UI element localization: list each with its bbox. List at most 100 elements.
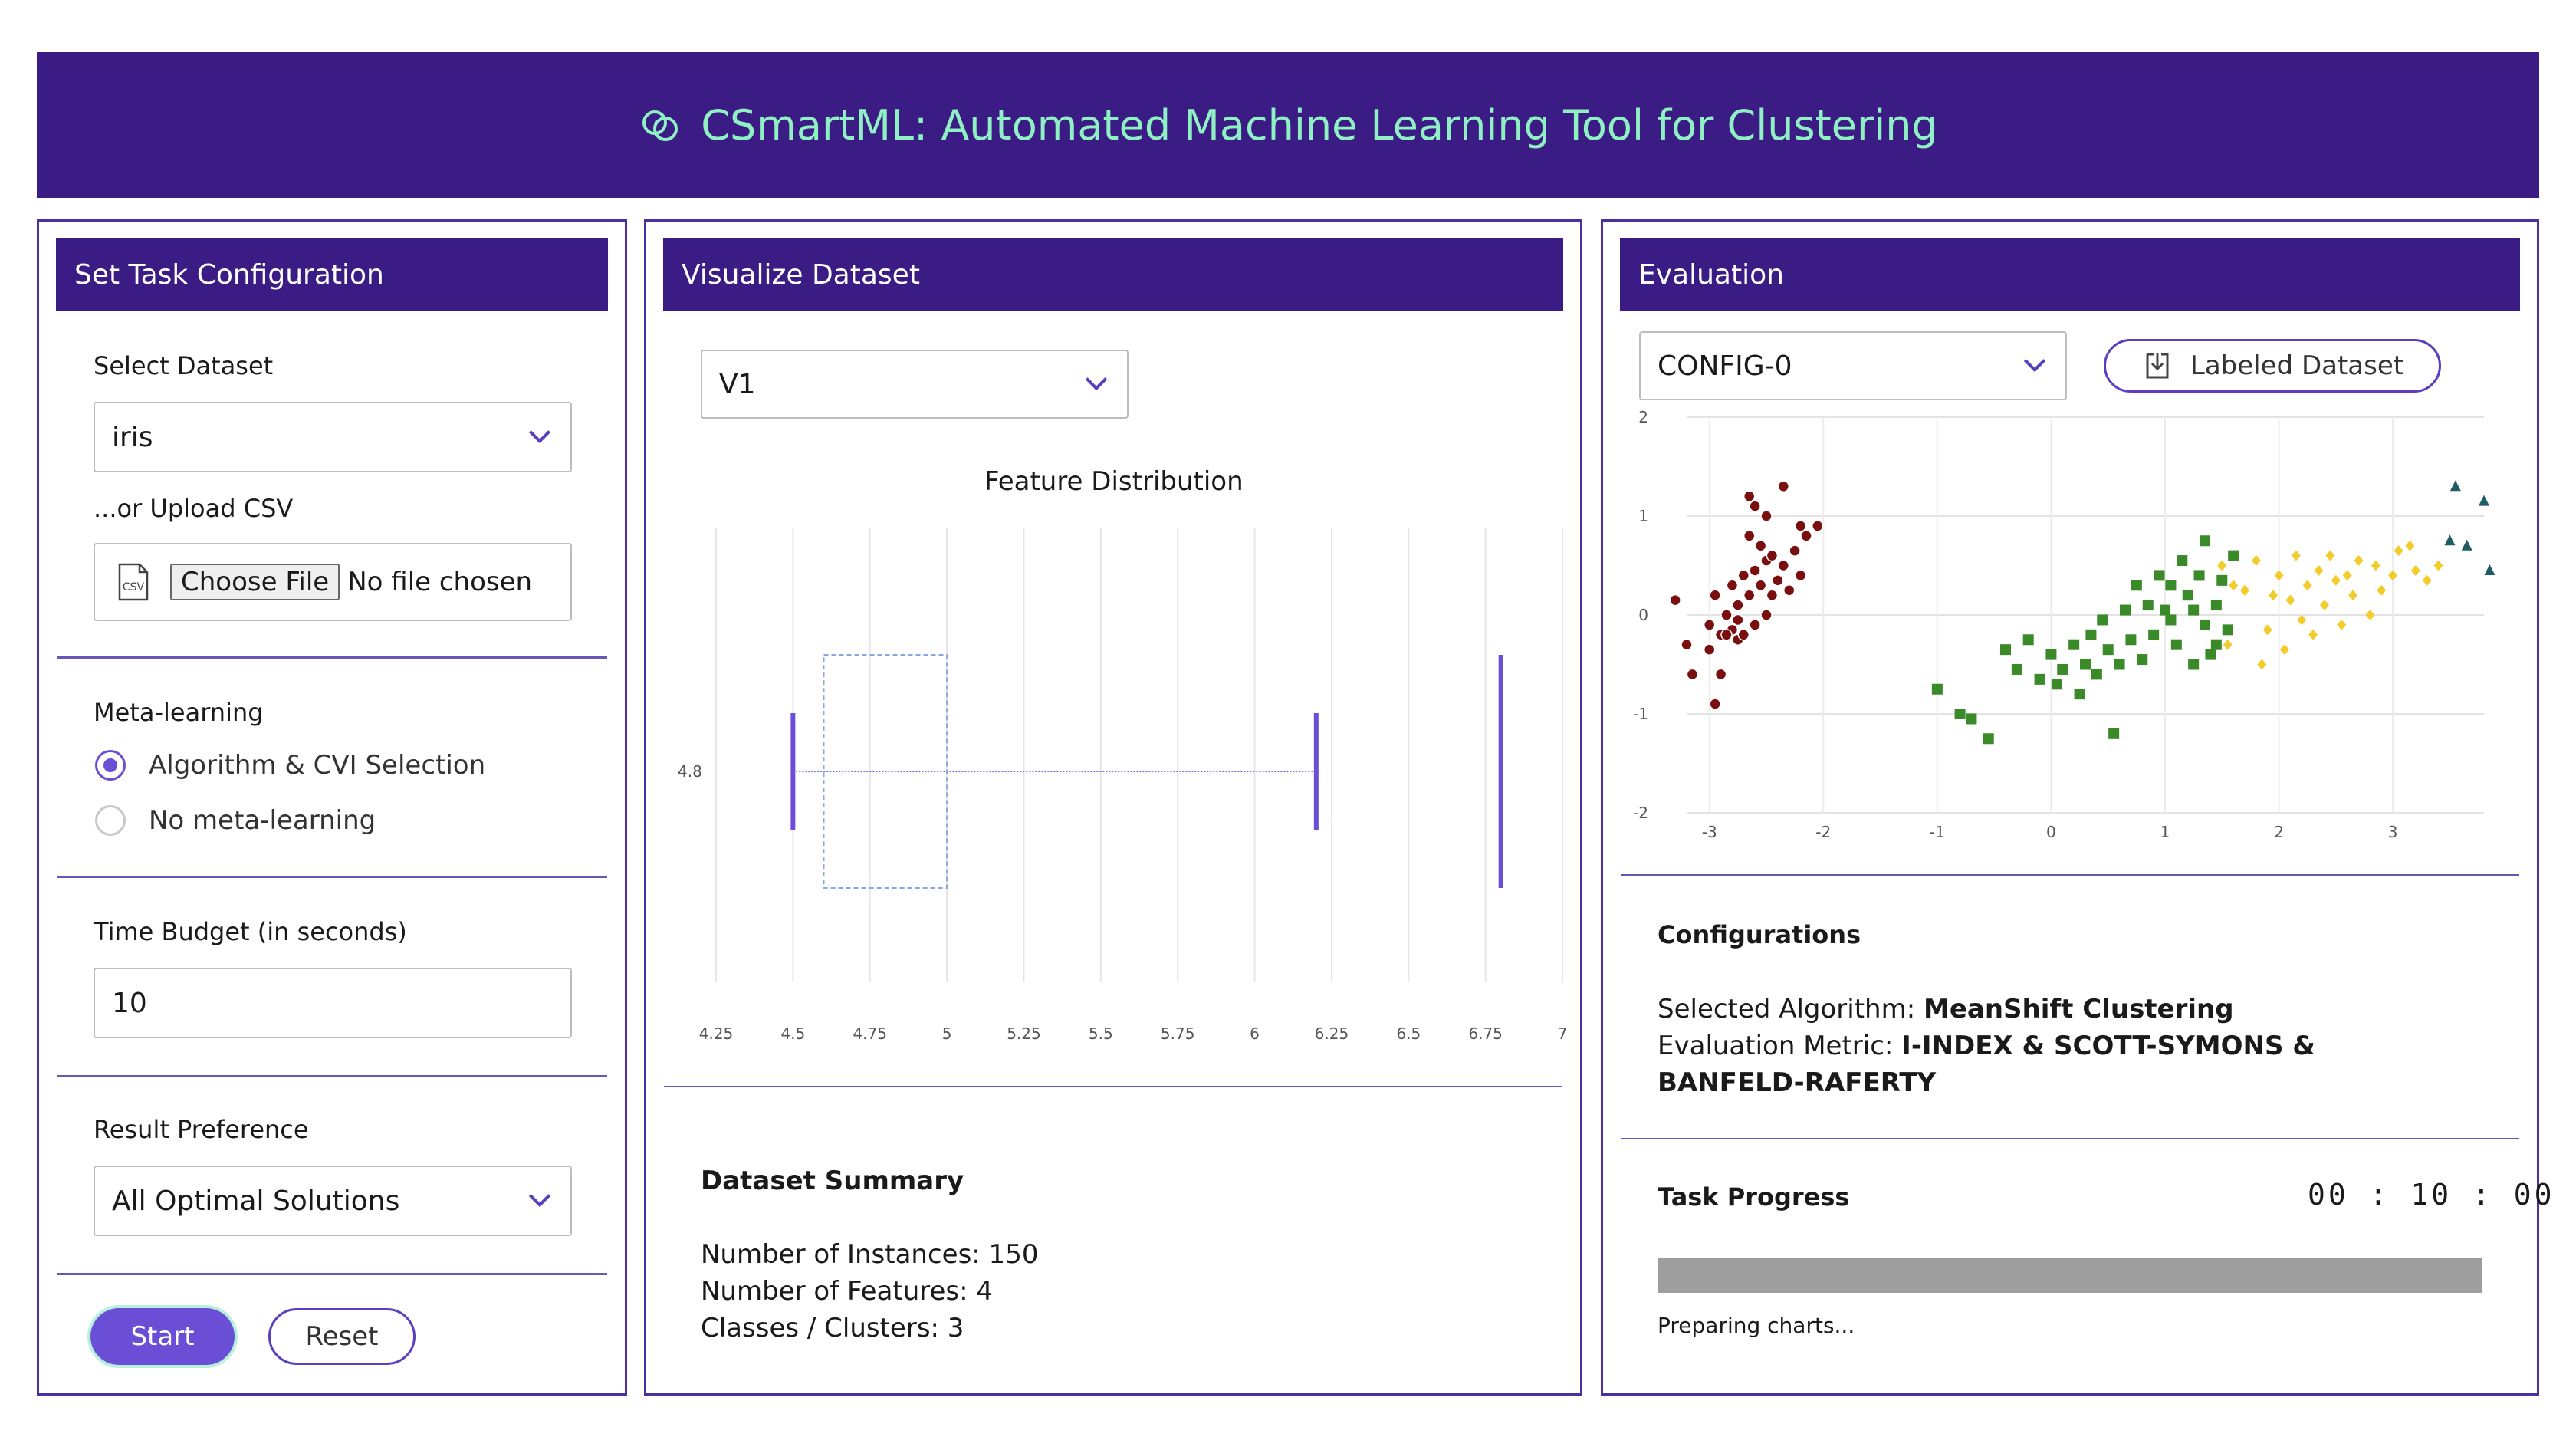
x-tick-label: 6 [1250,1024,1260,1043]
visualize-panel-title: Visualize Dataset [663,238,1563,311]
scatter-point [2205,649,2216,660]
scatter-point [2444,534,2456,546]
scatter-point [1732,599,1744,611]
divider [1621,1138,2519,1139]
start-button[interactable]: Start [90,1308,235,1365]
y-tick-label: 0 [1638,606,1648,624]
select-dataset-label: Select Dataset [94,351,274,380]
scatter-point [2170,639,2182,650]
scatter-point [1720,609,1733,621]
x-tick-label: 4.75 [853,1024,887,1043]
result-preference-select[interactable]: All Optimal Solutions [94,1166,572,1236]
progress-bar [1658,1258,2482,1293]
scatter-point [2051,679,2062,690]
choose-file-button[interactable]: Choose File [170,564,340,600]
meta-radio-algorithm[interactable] [95,750,126,781]
csv-icon-text: CSV [123,581,145,594]
scatter-point [1777,480,1790,493]
scatter-point [2291,550,2301,561]
box-plot: 4.25 4.5 4.75 5 5.25 5.5 5.75 6 6.25 6.5 6.75 7 4.8 [678,528,1567,1043]
metric-value: I-INDEX & SCOTT-SYMONS & [1901,1031,2315,1061]
config-select[interactable]: CONFIG-0 [1639,331,2067,400]
metric-prefix: Evaluation Metric: [1658,1031,1902,1061]
scatter-point [2222,624,2233,636]
dataset-summary-title: Dataset Summary [701,1166,964,1196]
scatter-point [2354,555,2364,567]
scatter-point [2394,545,2404,557]
time-budget-value: 10 [112,987,147,1019]
scatter-point [2200,619,2210,630]
scatter-point [2216,574,2228,586]
scatter-point [1737,629,1750,641]
progress-status: Preparing charts... [1658,1313,1855,1338]
scatter-point [2080,659,2091,670]
scatter-point [1777,559,1790,572]
scatter-point [1720,629,1733,641]
divider [57,876,607,878]
scatter-point [2165,580,2177,591]
divider [57,1075,607,1077]
scatter-point [2280,644,2289,656]
feature-select[interactable]: V1 [701,350,1129,419]
scatter-point [1983,733,1994,745]
scatter-point [2137,654,2148,666]
result-preference-value: All Optimal Solutions [112,1185,400,1217]
scatter-point [2377,584,2387,596]
meta-learning-label: Meta-learning [94,698,264,727]
scatter-point [2160,604,2170,616]
scatter-point [2223,639,2233,650]
divider [1621,874,2519,876]
scatter-point [2022,634,2034,646]
scatter-point [1766,589,1779,601]
scatter-point [2240,584,2249,596]
app-title: CSmartML: Automated Machine Learning Too… [638,101,1938,150]
scatter-point [2165,614,2177,626]
scatter-point [1794,569,1807,582]
scatter-point [1686,668,1699,681]
scatter-point [2154,570,2165,581]
scatter-point [1772,574,1784,587]
scatter-point [1789,544,1801,557]
summary-instances: Number of Instances: 150 [701,1239,1039,1270]
reset-button[interactable]: Reset [268,1308,416,1365]
scatter-point [1931,683,1943,695]
scatter-point [2097,614,2108,626]
scatter-point [2348,590,2358,601]
scatter-point [2045,649,2057,660]
scatter-point [2337,619,2347,630]
logo-icon [642,110,678,141]
summary-features: Number of Features: 4 [701,1276,994,1307]
no-file-text: No file chosen [347,567,533,597]
scatter-point [2405,540,2415,551]
x-tick-label: 4.25 [699,1024,734,1043]
scatter-point [2148,629,2160,640]
scatter-point [1743,530,1756,542]
dataset-select[interactable]: iris [94,402,572,472]
scatter-point [2262,624,2272,636]
scatter-point [1709,698,1721,710]
scatter-point [2308,629,2318,640]
scatter-point [1754,579,1767,592]
scatter-point [1954,709,1966,719]
scatter-point [2229,580,2239,591]
download-icon [2146,353,2169,379]
labeled-dataset-button[interactable]: Labeled Dataset [2104,339,2441,393]
scatter-point [1726,579,1739,592]
y-tick-label: 1 [1638,507,1648,525]
chevron-down-icon [528,1185,551,1208]
scatter-point [2302,580,2312,591]
scatter-point [2200,535,2210,547]
scatter-point [1760,510,1773,522]
scatter-point [2269,590,2279,601]
scatter-point [1743,589,1756,601]
scatter-point [2314,564,2324,576]
meta-radio-none[interactable] [95,805,126,836]
time-budget-input[interactable]: 10 [94,968,572,1038]
csv-file-icon: CSV [118,563,149,601]
scatter-point [1749,564,1761,577]
y-tick-label: 2 [1638,408,1648,426]
metric-value-continued: BANFELD-RAFERTY [1658,1067,1937,1098]
scatter-point [2274,570,2284,581]
scatter-point [2410,564,2420,576]
file-upload[interactable]: CSV Choose File No file chosen [94,543,572,621]
